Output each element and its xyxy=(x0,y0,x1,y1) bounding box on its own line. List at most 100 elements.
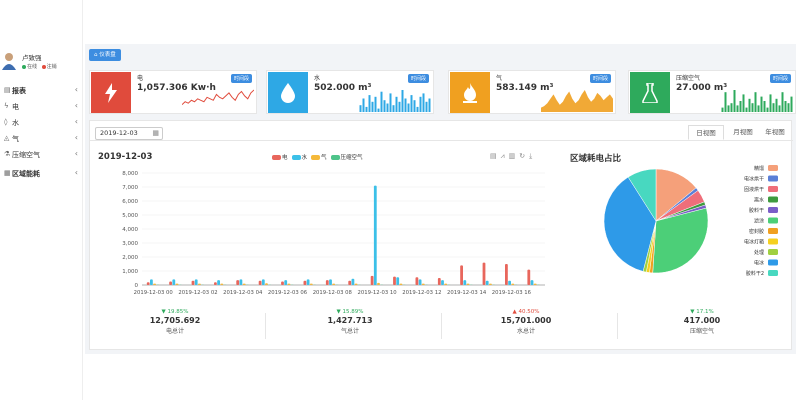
bar xyxy=(303,280,307,285)
sparkline-bar xyxy=(362,98,365,112)
legend-swatch xyxy=(768,165,778,171)
chevron-left-icon: ‹ xyxy=(74,133,78,142)
bar xyxy=(354,283,358,285)
bar xyxy=(242,283,246,285)
chart-panel: 2019-12-03 ▦ 日视图 月视图 年视图 2019-12-03 电水气压… xyxy=(89,120,793,350)
y-tick-label: 8,000 xyxy=(122,171,138,177)
date-picker[interactable]: 2019-12-03 ▦ xyxy=(95,127,163,140)
bar xyxy=(265,283,268,285)
sidebar-item-compressed-air[interactable]: ⚗ 压缩空气 ‹ xyxy=(0,147,83,163)
y-tick-label: 0 xyxy=(135,283,139,289)
chart-toolbox: ▤⩘▥↻⤓ xyxy=(490,152,536,161)
bar xyxy=(527,269,531,285)
legend-label: 精馏 xyxy=(754,165,764,172)
y-tick-label: 3,000 xyxy=(122,241,138,247)
sparkline-bar xyxy=(371,101,374,112)
sparkline-bar xyxy=(748,98,751,112)
line-chart-icon[interactable]: ⩘ xyxy=(501,152,509,160)
tab-day-view[interactable]: 日视图 xyxy=(688,125,724,140)
sparkline-line xyxy=(182,89,254,106)
download-icon[interactable]: ⤓ xyxy=(529,152,536,160)
legend-label: 滤涂 xyxy=(754,218,764,225)
divider xyxy=(90,140,793,141)
y-tick-label: 6,000 xyxy=(122,199,138,205)
bar-chart-icon[interactable]: ▥ xyxy=(509,152,520,160)
time-range-tag[interactable]: 时间段 xyxy=(230,74,252,83)
y-tick-label: 2,000 xyxy=(122,255,138,261)
sparkline-bar xyxy=(401,90,404,112)
logout-link[interactable]: 注销 xyxy=(47,64,57,70)
bar xyxy=(258,280,262,285)
sidebar-item-water[interactable]: ◊ 水 ‹ xyxy=(0,115,83,131)
sparkline-bar xyxy=(389,93,392,112)
water-drop-icon xyxy=(268,72,308,113)
x-tick-label: 2019-12-03 16 xyxy=(492,290,532,296)
user-profile[interactable]: 卢致强 在线 注销 xyxy=(2,50,82,76)
x-tick-label: 2019-12-03 08 xyxy=(313,290,353,296)
restore-icon[interactable]: ↻ xyxy=(519,152,529,160)
time-range-tag[interactable]: 时间段 xyxy=(589,74,611,83)
tab-month-view[interactable]: 月视图 xyxy=(728,125,758,140)
stat-gas-total: ▼ 15.89% 1,427.713 气总计 xyxy=(265,307,435,347)
legend-item[interactable]: 气 xyxy=(311,155,327,161)
sparkline-bar xyxy=(377,108,380,112)
bar xyxy=(146,282,150,285)
legend-swatch xyxy=(311,155,321,160)
legend-label: 气 xyxy=(321,155,327,161)
card-compressed-air[interactable]: 压缩空气 27.000 m³ 时间段 xyxy=(628,70,796,114)
time-range-tag[interactable]: 时间段 xyxy=(407,74,429,83)
bar xyxy=(393,276,396,285)
main-content: ⌂ 仪表盘 电 1,057.306 Kw·h 时间段 水 502.000 m³ … xyxy=(85,44,796,354)
legend-label: 水 xyxy=(301,155,308,161)
tab-year-view[interactable]: 年视图 xyxy=(760,125,790,140)
sidebar-item-gas[interactable]: ◬ 气 ‹ xyxy=(0,131,83,147)
card-value: 27.000 m³ xyxy=(676,83,728,93)
legend-item[interactable]: 水 xyxy=(291,155,308,161)
time-range-tag[interactable]: 时间段 xyxy=(769,74,791,83)
x-tick-label: 2019-12-03 04 xyxy=(223,290,263,296)
bar xyxy=(421,283,425,285)
legend-swatch xyxy=(768,238,778,245)
legend-label: 离水 xyxy=(754,197,764,204)
sparkline-bar xyxy=(733,90,736,112)
bar xyxy=(437,278,441,285)
sparkline-bar xyxy=(422,93,425,112)
legend-item[interactable]: 电 xyxy=(272,155,288,161)
legend-label: 电 xyxy=(282,155,288,161)
sparkline-bar xyxy=(727,105,730,112)
bar xyxy=(415,277,419,285)
bar xyxy=(348,280,352,285)
sparkline xyxy=(182,89,254,106)
sidebar-item-electric[interactable]: ϟ 电 ‹ xyxy=(0,99,83,115)
stat-change: ▲ 40.50% xyxy=(512,309,540,315)
card-electric[interactable]: 电 1,057.306 Kw·h 时间段 xyxy=(89,70,257,114)
sidebar-item-report[interactable]: ▤ 报表 ‹ xyxy=(0,83,83,99)
legend-label: 电冰烘干 xyxy=(744,176,764,183)
bar xyxy=(441,280,444,285)
sparkline-bar xyxy=(407,103,410,112)
breadcrumb[interactable]: ⌂ 仪表盘 xyxy=(89,49,121,61)
chevron-left-icon: ‹ xyxy=(74,168,78,177)
legend-label: 电冰灯箱 xyxy=(744,239,764,246)
bar xyxy=(284,280,288,285)
sparkline-bar xyxy=(413,100,416,112)
card-water[interactable]: 水 502.000 m³ 时间段 xyxy=(266,70,434,114)
bar xyxy=(505,264,508,285)
bar xyxy=(482,262,486,285)
sidebar-item-region[interactable]: ▦ 区域能耗 ‹ xyxy=(0,166,83,182)
card-gas[interactable]: 气 583.149 m³ 时间段 xyxy=(448,70,616,114)
bar xyxy=(214,282,217,285)
bar xyxy=(418,279,422,285)
bar-chart: 0 1,000 2,000 3,000 4,000 5,000 6,000 7,000 8,00… xyxy=(122,171,545,296)
bar xyxy=(444,283,448,285)
sparkline-bar xyxy=(359,105,362,112)
legend-item[interactable]: 压缩空气 xyxy=(330,155,363,161)
chevron-left-icon: ‹ xyxy=(74,85,78,94)
stat-water-total: ▲ 40.50% 15,701.000 水总计 xyxy=(441,307,611,347)
bar xyxy=(175,283,179,285)
bar xyxy=(533,283,537,285)
sparkline-area xyxy=(541,90,613,112)
data-view-icon[interactable]: ▤ xyxy=(490,152,501,160)
legend-swatch xyxy=(768,259,778,266)
stat-electric-total: ▼ 19.85% 12,705.692 电总计 xyxy=(90,307,260,347)
